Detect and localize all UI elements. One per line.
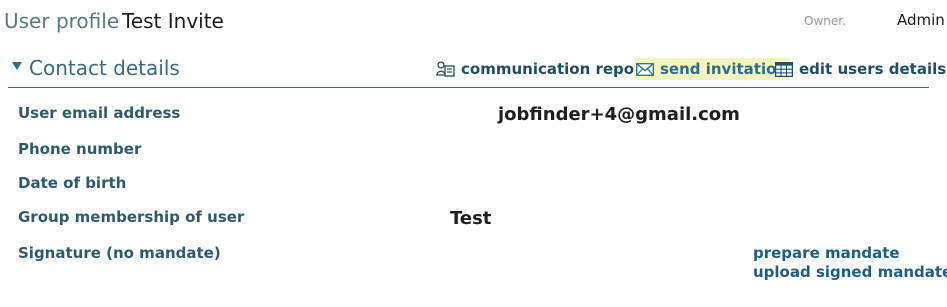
owner-label: Owner.	[804, 14, 846, 28]
group-membership-label: Group membership of user	[18, 208, 245, 226]
group-membership-value: Test	[450, 208, 492, 229]
dob-label: Date of birth	[18, 174, 127, 192]
edit-users-details-link[interactable]: edit users details	[775, 58, 946, 80]
communication-report-link[interactable]: communication report	[436, 58, 649, 80]
signature-label: Signature (no mandate)	[18, 244, 221, 262]
owner-value: Admin	[897, 11, 945, 29]
edit-users-details-label: edit users details	[799, 60, 947, 78]
send-invitation-label: send invitation	[660, 60, 788, 78]
email-value: jobfinder+4@gmail.com	[498, 104, 740, 125]
prepare-mandate-link[interactable]: prepare mandate	[753, 244, 900, 262]
user-display-name: Test Invite	[122, 9, 224, 33]
phone-label: Phone number	[18, 140, 142, 158]
section-title-contact-details[interactable]: Contact details	[29, 56, 180, 80]
email-label: User email address	[18, 104, 181, 122]
upload-signed-mandate-link[interactable]: upload signed mandate	[753, 263, 947, 281]
send-invitation-link[interactable]: send invitation	[634, 58, 791, 80]
communication-report-label: communication report	[461, 60, 649, 78]
page-title-label: User profile	[4, 9, 120, 33]
table-grid-icon	[775, 61, 793, 77]
collapse-triangle-icon[interactable]	[12, 62, 22, 70]
people-report-icon	[436, 61, 455, 77]
section-divider	[8, 87, 929, 88]
envelope-icon	[636, 62, 654, 76]
